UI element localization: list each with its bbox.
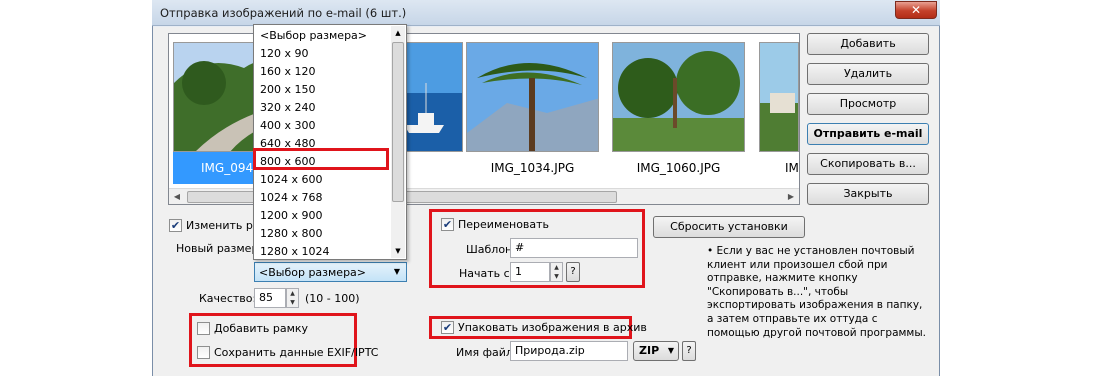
send-email-button[interactable]: Отправить e-mail: [807, 123, 929, 145]
resize-checkbox[interactable]: ✔: [169, 219, 182, 232]
thumbnail-caption-3: IMG_1034.JPG: [490, 161, 575, 175]
rename-help-button[interactable]: ?: [566, 262, 580, 282]
remove-button[interactable]: Удалить: [807, 63, 929, 85]
info-text: • Если у вас не установлен почтовый клие…: [707, 245, 926, 339]
filename-input[interactable]: Природа.zip: [510, 341, 628, 361]
size-option[interactable]: 1200 x 900: [260, 207, 323, 225]
quality-spinner[interactable]: ▲ ▼: [286, 288, 299, 308]
dropdown-scrollbar-thumb[interactable]: [392, 42, 404, 202]
keep-exif-label: Сохранить данные EXIF/IPTC: [214, 346, 379, 359]
new-size-label: Новый размер:: [176, 242, 263, 255]
rename-checkbox[interactable]: ✔: [441, 218, 454, 231]
thumbnail-image-3[interactable]: [466, 42, 599, 152]
spin-down-icon[interactable]: ▼: [551, 272, 562, 281]
size-option[interactable]: <Выбор размера>: [260, 27, 367, 45]
archive-format-value: ZIP: [639, 344, 660, 357]
quality-label: Качество:: [199, 292, 257, 305]
scroll-down-icon[interactable]: ▼: [391, 244, 405, 258]
size-option[interactable]: 320 x 240: [260, 99, 316, 117]
start-spinner[interactable]: ▲ ▼: [550, 262, 563, 282]
close-window-button[interactable]: ✕: [895, 1, 937, 19]
chevron-down-icon[interactable]: ▼: [390, 265, 404, 279]
scroll-up-icon[interactable]: ▲: [391, 26, 405, 40]
size-option[interactable]: 1280 x 800: [260, 225, 323, 243]
size-option[interactable]: 1024 x 600: [260, 171, 323, 189]
archive-format-select[interactable]: ZIP ▼: [633, 341, 679, 361]
preview-button[interactable]: Просмотр: [807, 93, 929, 115]
rename-label: Переименовать: [458, 218, 550, 231]
keep-exif-checkbox[interactable]: [197, 346, 210, 359]
archive-help-button[interactable]: ?: [682, 341, 696, 361]
thumbnail-image-5[interactable]: [759, 42, 799, 152]
close-button[interactable]: Закрыть: [807, 183, 929, 205]
thumbnail-caption-5: IM: [785, 161, 799, 175]
size-select-value: <Выбор размера>: [259, 266, 367, 279]
size-option[interactable]: 1280 x 1024: [260, 243, 330, 261]
scroll-left-icon[interactable]: ◀: [169, 189, 185, 205]
size-option[interactable]: 400 x 300: [260, 117, 316, 135]
size-option[interactable]: 120 x 90: [260, 45, 309, 63]
start-label: Начать с:: [459, 267, 514, 280]
archive-checkbox[interactable]: ✔: [441, 321, 454, 334]
archive-label: Упаковать изображения в архив: [458, 321, 647, 334]
quality-input[interactable]: 85: [254, 288, 286, 308]
size-option[interactable]: 1024 x 768: [260, 189, 323, 207]
template-label: Шаблон:: [466, 243, 516, 256]
highlight-box-size: [253, 148, 389, 170]
reset-settings-button[interactable]: Сбросить установки: [653, 216, 805, 238]
start-input[interactable]: 1: [510, 262, 550, 282]
template-input[interactable]: #: [510, 238, 638, 258]
chevron-down-icon: ▼: [667, 346, 674, 355]
copy-to-button[interactable]: Скопировать в...: [807, 153, 929, 175]
add-button[interactable]: Добавить: [807, 33, 929, 55]
thumbnail-caption-4: IMG_1060.JPG: [636, 161, 721, 175]
size-option[interactable]: 160 x 120: [260, 63, 316, 81]
window-title: Отправка изображений по e-mail (6 шт.): [160, 6, 407, 20]
spin-down-icon[interactable]: ▼: [287, 298, 298, 307]
spin-up-icon[interactable]: ▲: [287, 289, 298, 298]
dropdown-scrollbar[interactable]: ▲ ▼: [391, 26, 405, 258]
quality-range: (10 - 100): [305, 292, 360, 305]
thumbnail-image-4[interactable]: [612, 42, 745, 152]
add-frame-checkbox[interactable]: [197, 322, 210, 335]
spin-up-icon[interactable]: ▲: [551, 263, 562, 272]
size-dropdown-list[interactable]: <Выбор размера> 120 x 90 160 x 120 200 x…: [253, 24, 407, 260]
size-option[interactable]: 200 x 150: [260, 81, 316, 99]
scroll-right-icon[interactable]: ▶: [783, 189, 799, 205]
add-frame-label: Добавить рамку: [214, 322, 309, 335]
size-select[interactable]: <Выбор размера> ▼: [254, 262, 407, 282]
